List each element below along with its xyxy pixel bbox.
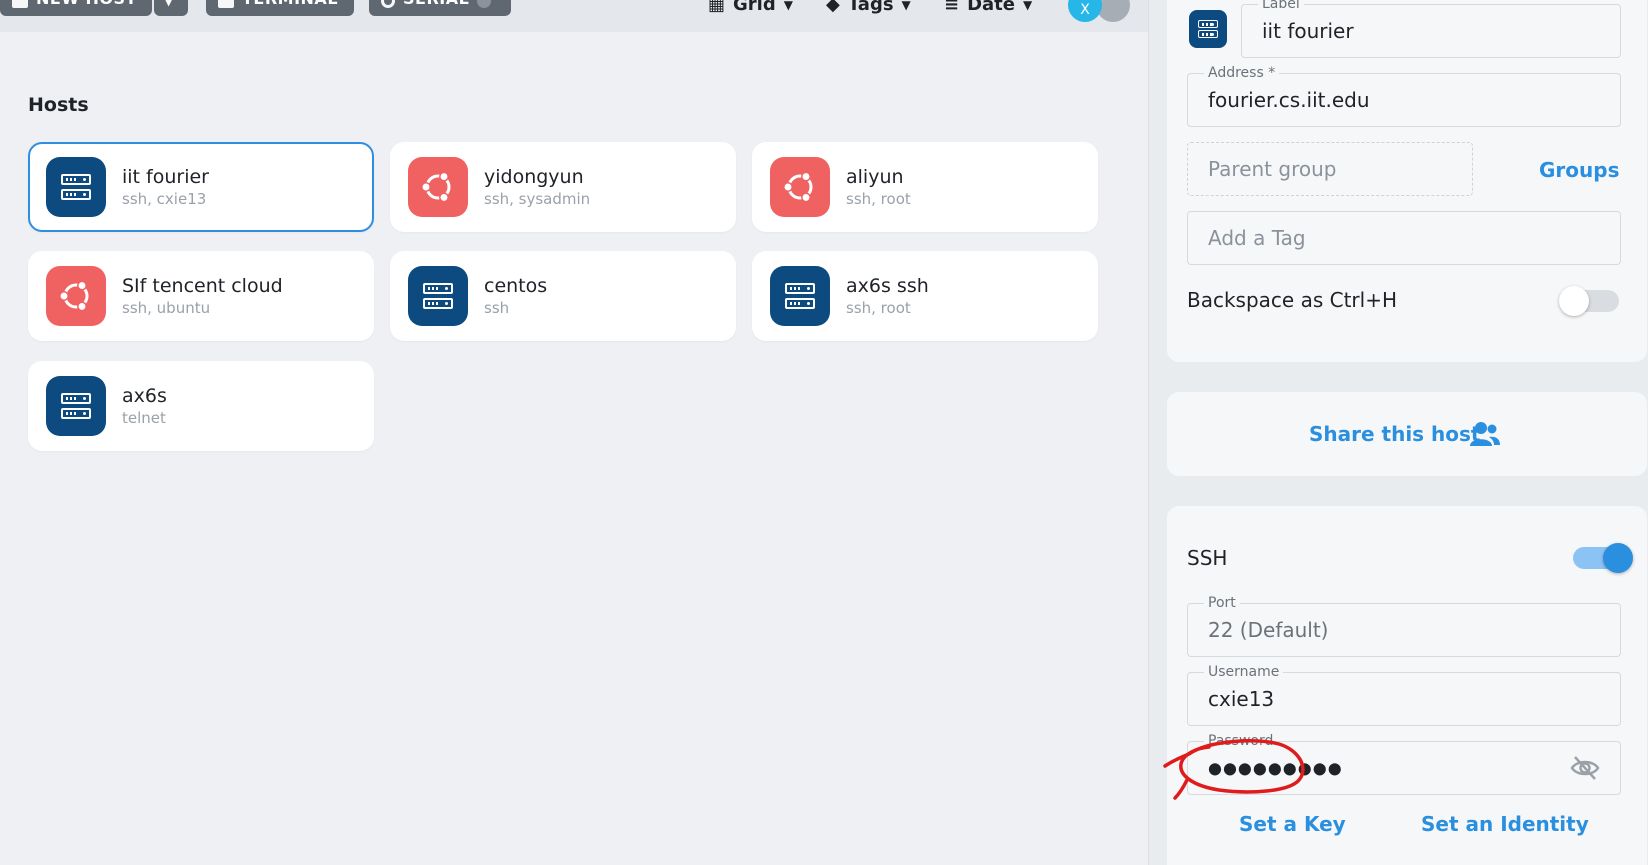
host-card[interactable]: ax6s ssh ssh, root [752,251,1098,341]
parent-group-field[interactable]: Parent group [1187,142,1473,196]
groups-link[interactable]: Groups [1539,158,1619,182]
host-name: iit fourier [122,166,209,188]
sort-control[interactable]: ≡ Date ▼ [944,0,1032,15]
host-connection-info: ssh [484,299,510,317]
user-avatar[interactable]: X [1068,0,1102,22]
host-connection-info: ssh, cxie13 [122,190,207,208]
view-mode-control[interactable]: ▦ Grid ▼ [708,0,793,15]
host-name: aliyun [846,166,904,188]
hosts-main-area: NEW HOST ▼ TERMINAL SERIAL ▦ Grid ▼ ◆ Ta… [0,0,1148,865]
ubuntu-icon [408,157,468,217]
set-key-link[interactable]: Set a Key [1239,812,1346,836]
host-connection-info: ssh, root [846,299,911,317]
share-host-link[interactable]: Share this host [1309,422,1481,446]
host-card[interactable]: SIf tencent cloud ssh, ubuntu [28,251,374,341]
label-field[interactable]: Label iit fourier [1241,0,1621,58]
red-annotation-circle [1163,739,1305,800]
serial-icon [381,0,395,8]
top-toolbar: NEW HOST ▼ TERMINAL SERIAL ▦ Grid ▼ ◆ Ta… [0,0,1148,32]
host-name: centos [484,275,548,297]
server-icon [46,157,106,217]
ssh-toggle[interactable] [1573,543,1633,573]
tag-icon: ◆ [826,0,840,15]
serial-button[interactable]: SERIAL [369,0,511,16]
host-name: ax6s [122,385,167,407]
set-identity-link[interactable]: Set an Identity [1421,812,1589,836]
backspace-setting-label: Backspace as Ctrl+H [1187,288,1397,312]
share-section: Share this host [1167,392,1647,476]
host-card[interactable]: ax6s telnet [28,361,374,451]
host-card-text: yidongyun ssh, sysadmin [484,165,590,209]
port-field[interactable]: Port 22 (Default) [1187,595,1621,657]
ssh-label: SSH [1187,546,1228,570]
host-card[interactable]: yidongyun ssh, sysadmin [390,142,736,232]
host-card[interactable]: aliyun ssh, root [752,142,1098,232]
chevron-down-icon: ▼ [783,0,793,12]
users-icon[interactable] [1469,420,1501,448]
eye-off-icon[interactable] [1570,753,1600,783]
terminal-icon [218,0,234,8]
ubuntu-icon [46,266,106,326]
tag-field[interactable]: Add a Tag [1187,211,1621,265]
backspace-toggle[interactable] [1559,286,1619,316]
host-connection-info: telnet [122,409,166,427]
new-host-icon [12,0,28,8]
server-icon [408,266,468,326]
general-settings-section: Label iit fourier Address * fourier.cs.i… [1167,0,1647,362]
chevron-down-icon: ▼ [901,0,911,12]
host-connection-info: ssh, root [846,190,911,208]
address-field[interactable]: Address * fourier.cs.iit.edu [1187,65,1621,127]
host-connection-info: ssh, ubuntu [122,299,211,317]
host-connection-info: ssh, sysadmin [484,190,591,208]
chevron-down-icon: ▼ [164,0,174,8]
new-host-button[interactable]: NEW HOST [0,0,152,16]
sort-icon: ≡ [944,0,960,15]
host-card-text: ax6s ssh ssh, root [846,274,929,318]
new-host-dropdown-button[interactable]: ▼ [154,0,188,16]
host-details-panel: Label iit fourier Address * fourier.cs.i… [1148,0,1648,865]
chevron-down-icon: ▼ [1023,0,1033,12]
server-icon [770,266,830,326]
grid-icon: ▦ [708,0,726,15]
host-card[interactable]: iit fourier ssh, cxie13 [28,142,374,232]
host-card-text: SIf tencent cloud ssh, ubuntu [122,274,283,318]
server-icon [46,376,106,436]
host-card-text: aliyun ssh, root [846,165,911,209]
host-name: ax6s ssh [846,275,929,297]
info-icon [477,0,492,8]
host-name: yidongyun [484,166,584,188]
username-field[interactable]: Username cxie13 [1187,664,1621,726]
hosts-section-title: Hosts [28,94,89,116]
terminal-button[interactable]: TERMINAL [206,0,354,16]
host-card-text: centos ssh [484,274,547,318]
host-card-text: ax6s telnet [122,384,167,428]
server-icon [1189,10,1227,48]
host-card[interactable]: centos ssh [390,251,736,341]
tags-filter-control[interactable]: ◆ Tags ▼ [826,0,911,15]
host-name: SIf tencent cloud [122,275,283,297]
ubuntu-icon [770,157,830,217]
host-card-text: iit fourier ssh, cxie13 [122,165,209,209]
ssh-section: SSH Port 22 (Default) Username cxie13 Pa… [1167,506,1647,865]
